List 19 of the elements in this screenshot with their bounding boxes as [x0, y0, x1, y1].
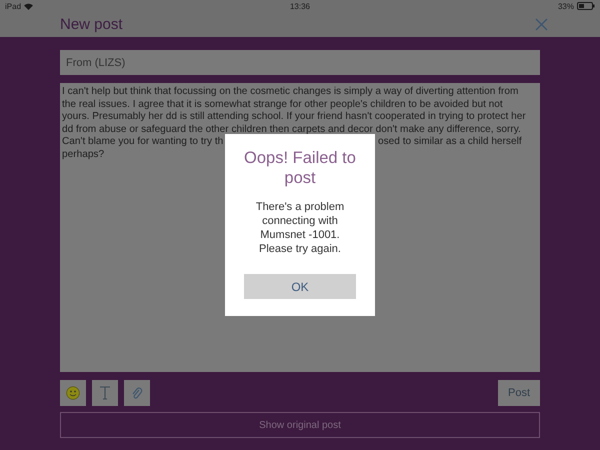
- device-name: iPad: [5, 2, 22, 10]
- close-icon[interactable]: [535, 18, 548, 31]
- from-field[interactable]: From (LIZS): [60, 50, 540, 75]
- ok-button[interactable]: OK: [244, 274, 356, 299]
- clock-time: 13:36: [290, 2, 310, 10]
- page-title: New post: [60, 16, 123, 33]
- smiley-button[interactable]: [60, 380, 86, 406]
- dialog-title: Oops! Failed to post: [244, 148, 356, 188]
- wifi-icon: [24, 2, 34, 10]
- post-button[interactable]: Post: [498, 380, 540, 406]
- attach-button[interactable]: [124, 380, 150, 406]
- dialog-message: There's a problem connecting with Mumsnet -1001. Please try again.: [254, 200, 346, 256]
- battery-icon: [577, 2, 595, 10]
- paperclip-icon: [131, 386, 143, 400]
- show-original-button[interactable]: Show original post: [60, 412, 540, 438]
- smiley-icon: [66, 386, 80, 400]
- text-format-button[interactable]: [92, 380, 118, 406]
- letter-t-icon: [99, 386, 111, 400]
- battery-percent: 33%: [558, 2, 574, 10]
